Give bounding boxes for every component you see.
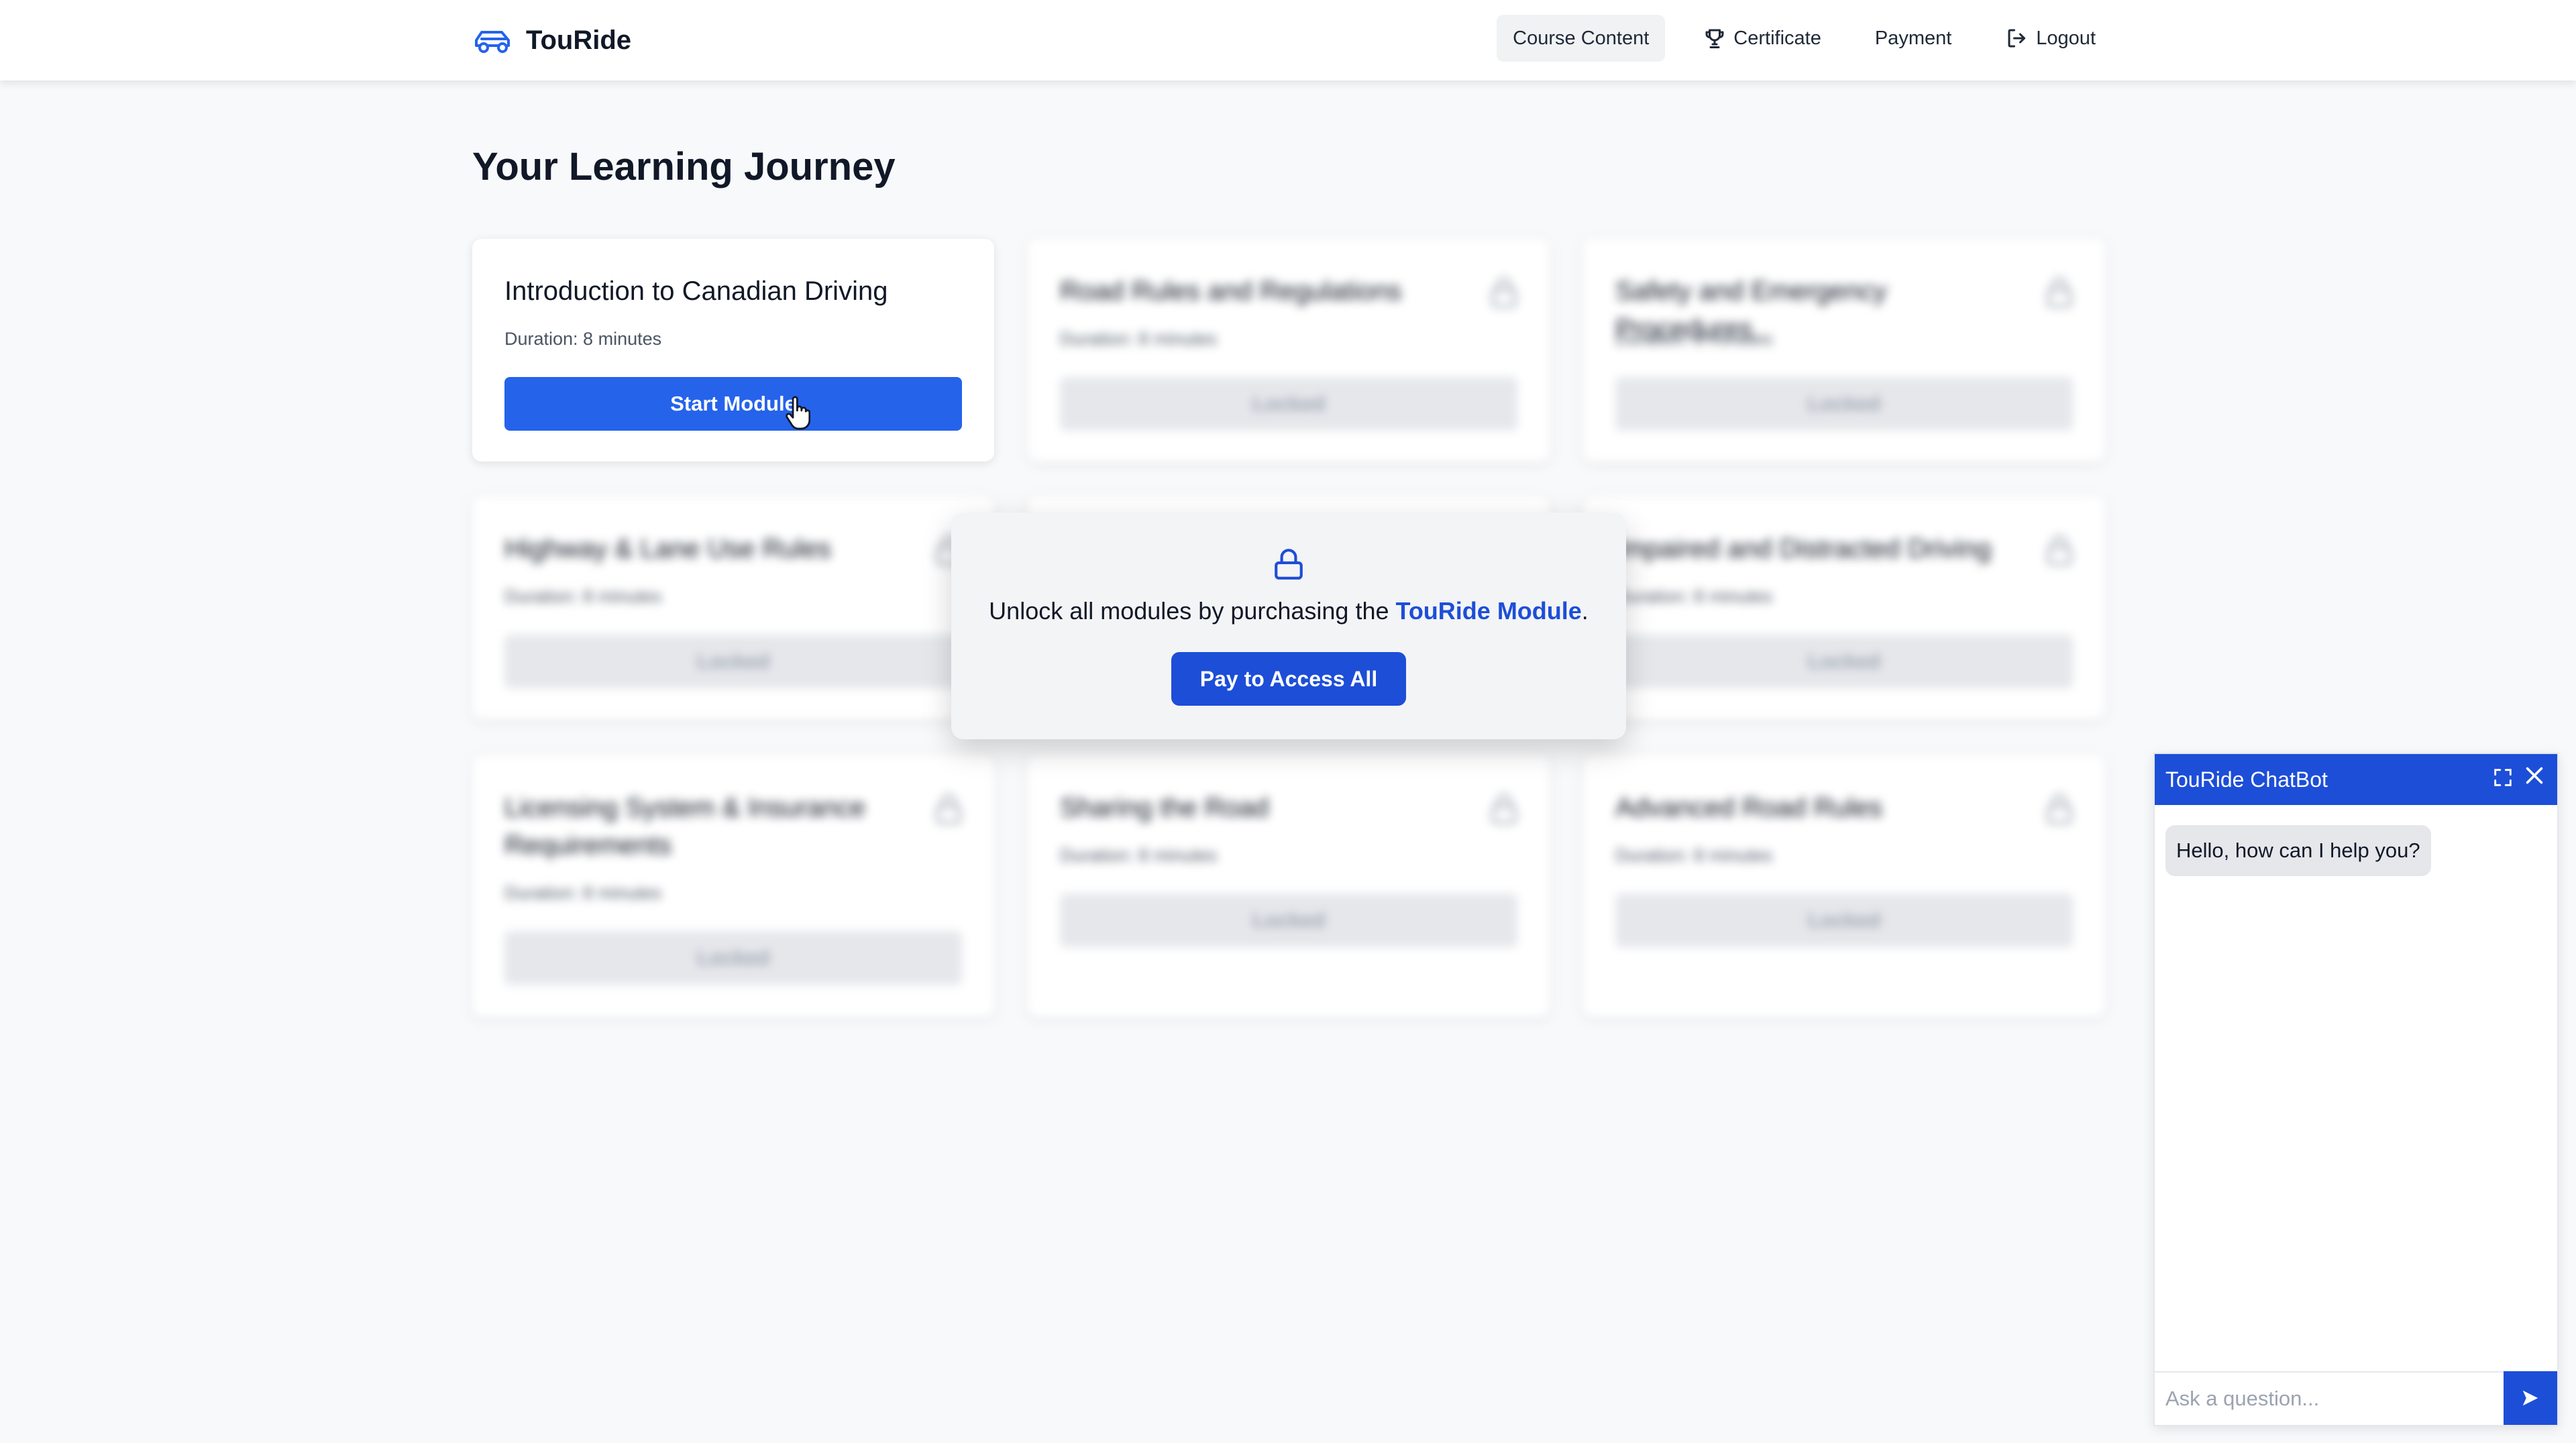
brand[interactable]: TouRide <box>472 21 631 59</box>
nav-logout-label: Logout <box>2036 27 2096 49</box>
lock-icon <box>1491 278 1517 307</box>
send-icon <box>2522 1390 2538 1406</box>
module-title: Licensing System & Insurance Requirement… <box>504 793 866 860</box>
unlock-message-suffix: . <box>1581 597 1589 625</box>
module-duration: Duration: 8 minutes <box>1615 845 1773 865</box>
chat-question-input[interactable] <box>2155 1371 2504 1425</box>
module-title: Impaired and Distracted Driving <box>1615 534 1992 564</box>
locked-button: Locked <box>1060 894 1517 947</box>
lock-icon <box>2047 794 2072 824</box>
pay-to-access-all-button[interactable]: Pay to Access All <box>1171 652 1406 706</box>
lock-icon <box>2047 278 2072 307</box>
module-title: Advanced Road Rules <box>1615 793 1883 822</box>
trophy-icon <box>1705 29 1724 48</box>
module-duration: Duration: 8 minutes <box>504 329 662 349</box>
lock-icon <box>1491 794 1517 824</box>
lock-icon <box>936 794 961 824</box>
nav-logout[interactable]: Logout <box>1989 15 2112 62</box>
module-duration: Duration: 8 minutes <box>1060 329 1218 349</box>
close-icon[interactable] <box>2522 763 2546 788</box>
car-icon <box>475 31 510 53</box>
nav-certificate[interactable]: Certificate <box>1686 15 1837 62</box>
locked-button: Locked <box>1615 377 2073 431</box>
chatbot-header: TouRide ChatBot <box>2155 754 2557 805</box>
module-duration: Duration: 8 minutes <box>504 883 662 903</box>
logout-icon <box>2008 29 2026 48</box>
module-card-1: Introduction to Canadian Driving Duratio… <box>472 239 994 462</box>
module-card-8: Sharing the Road Duration: 8 minutes Loc… <box>1028 755 1550 1017</box>
lock-icon <box>2047 535 2072 565</box>
nav-course-content-label: Course Content <box>1513 27 1650 49</box>
module-card-3: Safety and Emergency Procedures Duration… <box>1583 239 2105 462</box>
locked-button: Locked <box>1615 635 2073 688</box>
chatbot-greeting-message: Hello, how can I help you? <box>2165 825 2431 876</box>
module-duration: Duration: 8 minutes <box>504 586 662 606</box>
main-nav: Course Content Certificate Payment Logou… <box>1475 15 2112 62</box>
nav-certificate-label: Certificate <box>1733 27 1821 49</box>
module-card-6: Impaired and Distracted Driving Duration… <box>1583 496 2105 719</box>
unlock-modal: Unlock all modules by purchasing the Tou… <box>951 513 1626 739</box>
nav-payment-label: Payment <box>1874 27 1952 49</box>
top-navbar: TouRide Course Content Certificate Payme… <box>0 0 2576 81</box>
module-duration: Duration: 8 minutes <box>1060 845 1218 865</box>
module-title: Sharing the Road <box>1060 793 1269 822</box>
module-card-4: Highway & Lane Use Rules Duration: 8 min… <box>472 496 994 719</box>
chatbot-title: TouRide ChatBot <box>2165 767 2328 792</box>
unlock-message-prefix: Unlock all modules by purchasing the <box>989 597 1396 625</box>
module-title: Introduction to Canadian Driving <box>504 276 888 306</box>
unlock-message: Unlock all modules by purchasing the Tou… <box>951 597 1626 625</box>
page-title: Your Learning Journey <box>472 145 896 189</box>
locked-button: Locked <box>1060 377 1517 431</box>
module-title: Road Rules and Regulations <box>1060 276 1402 306</box>
start-module-button[interactable]: Start Module <box>504 377 962 431</box>
send-button[interactable] <box>2504 1371 2557 1425</box>
nav-course-content[interactable]: Course Content <box>1497 15 1666 62</box>
hand-cursor-icon <box>786 396 810 430</box>
chatbot-panel: TouRide ChatBot Hello, how can I help yo… <box>2153 753 2559 1426</box>
nav-payment[interactable]: Payment <box>1859 15 1968 62</box>
module-card-9: Advanced Road Rules Duration: 8 minutes … <box>1583 755 2105 1017</box>
locked-button: Locked <box>504 635 962 688</box>
expand-icon[interactable] <box>2491 766 2514 789</box>
locked-button: Locked <box>1615 894 2073 947</box>
module-card-2: Road Rules and Regulations Duration: 8 m… <box>1028 239 1550 462</box>
locked-button: Locked <box>504 931 962 985</box>
module-title: Highway & Lane Use Rules <box>504 534 831 564</box>
brand-name: TouRide <box>526 25 632 55</box>
module-duration: Duration: 8 minutes <box>1615 586 1773 606</box>
module-card-7: Licensing System & Insurance Requirement… <box>472 755 994 1017</box>
module-duration: Duration: 8 minutes <box>1615 329 1773 349</box>
lock-icon <box>1275 549 1303 580</box>
touride-module-link[interactable]: TouRide Module <box>1396 597 1582 625</box>
